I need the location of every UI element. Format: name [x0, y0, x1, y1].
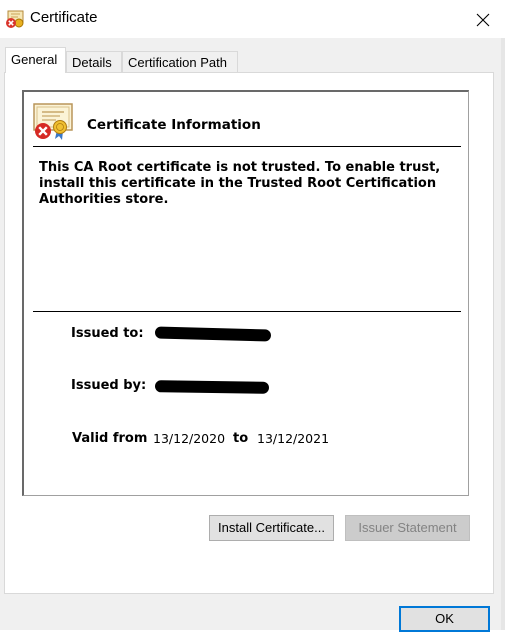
close-icon [476, 13, 490, 27]
valid-from-label: Valid from [72, 431, 148, 446]
details-divider [33, 311, 461, 312]
valid-from-date: 13/12/2020 [153, 431, 226, 446]
scrollbar[interactable] [501, 38, 505, 630]
certificate-information-heading: Certificate Information [87, 117, 261, 133]
window-title: Certificate [30, 9, 98, 26]
valid-to-date: 13/12/2021 [257, 431, 330, 446]
valid-to-label: to [233, 431, 249, 446]
issued-by-redaction [154, 380, 270, 394]
close-button[interactable] [471, 8, 495, 32]
ok-button[interactable]: OK [399, 606, 490, 632]
certificate-dialog: Certificate General Details Certificatio… [0, 0, 505, 632]
issued-by-label: Issued by: [71, 378, 147, 393]
tab-details[interactable]: Details [66, 51, 122, 73]
header-divider [33, 146, 461, 147]
certificate-untrusted-icon [32, 103, 74, 141]
trust-warning-message: This CA Root certificate is not trusted.… [39, 160, 441, 207]
title-bar: Certificate [0, 0, 505, 38]
certificate-error-icon [5, 9, 25, 29]
tab-certification-path[interactable]: Certification Path [122, 51, 238, 73]
issued-to-label: Issued to: [71, 326, 144, 341]
issuer-statement-button[interactable]: Issuer Statement [345, 515, 470, 541]
install-certificate-button[interactable]: Install Certificate... [209, 515, 334, 541]
tab-general[interactable]: General [5, 47, 66, 73]
